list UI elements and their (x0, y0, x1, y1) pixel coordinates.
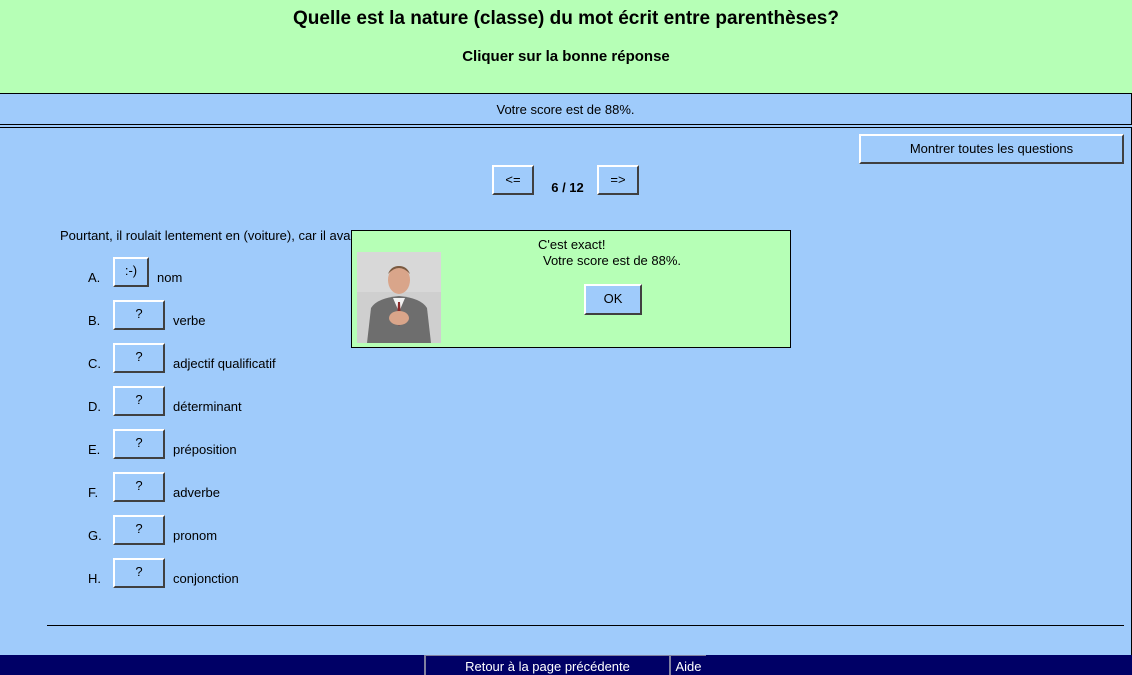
page-title: Quelle est la nature (classe) du mot écr… (293, 8, 839, 29)
option-letter: D. (88, 399, 101, 414)
question-text: Pourtant, il roulait lentement en (voitu… (60, 228, 357, 243)
option-letter: A. (88, 270, 101, 285)
footer-bar: Retour à la page précédente Aide (0, 655, 1132, 675)
option-g-button[interactable]: ? (113, 515, 165, 545)
option-e-text: préposition (173, 442, 237, 457)
help-link[interactable]: Aide (669, 655, 706, 675)
feedback-dialog: C'est exact! Votre score est de 88%. OK (351, 230, 791, 348)
option-b-text: verbe (173, 313, 206, 328)
option-a-text: nom (157, 270, 183, 285)
option-h-text: conjonction (173, 571, 239, 586)
option-c-text: adjectif qualificatif (173, 356, 276, 371)
question-counter: 6 / 12 (551, 180, 584, 195)
option-c-button[interactable]: ? (113, 343, 165, 373)
option-h-button[interactable]: ? (113, 558, 165, 588)
quiz-area: Montrer toutes les questions <= 6 / 12 =… (0, 127, 1132, 655)
option-letter: E. (88, 442, 101, 457)
page-header: Quelle est la nature (classe) du mot écr… (0, 0, 1132, 93)
option-g-text: pronom (173, 528, 218, 543)
show-all-questions-button[interactable]: Montrer toutes les questions (859, 134, 1124, 164)
back-link[interactable]: Retour à la page précédente (424, 655, 669, 675)
option-letter: F. (88, 485, 99, 500)
option-e-button[interactable]: ? (113, 429, 165, 459)
divider (47, 625, 1124, 626)
option-letter: C. (88, 356, 101, 371)
option-a-button[interactable]: :-) (113, 257, 149, 287)
option-letter: B. (88, 313, 101, 328)
option-f-text: adverbe (173, 485, 220, 500)
score-text: Votre score est de 88%. (496, 102, 635, 117)
score-bar: Votre score est de 88%. (0, 93, 1132, 125)
previous-question-button[interactable]: <= (492, 165, 534, 195)
option-f-button[interactable]: ? (113, 472, 165, 502)
option-d-button[interactable]: ? (113, 386, 165, 416)
dialog-title: C'est exact! (538, 237, 606, 252)
page-subtitle: Cliquer sur la bonne réponse (462, 48, 670, 65)
option-b-button[interactable]: ? (113, 300, 165, 330)
option-d-text: déterminant (173, 399, 242, 414)
option-letter: H. (88, 571, 101, 586)
option-letter: G. (88, 528, 102, 543)
presenter-photo (357, 252, 441, 343)
next-question-button[interactable]: => (597, 165, 639, 195)
dialog-message: Votre score est de 88%. (543, 253, 682, 268)
ok-button[interactable]: OK (584, 284, 642, 315)
